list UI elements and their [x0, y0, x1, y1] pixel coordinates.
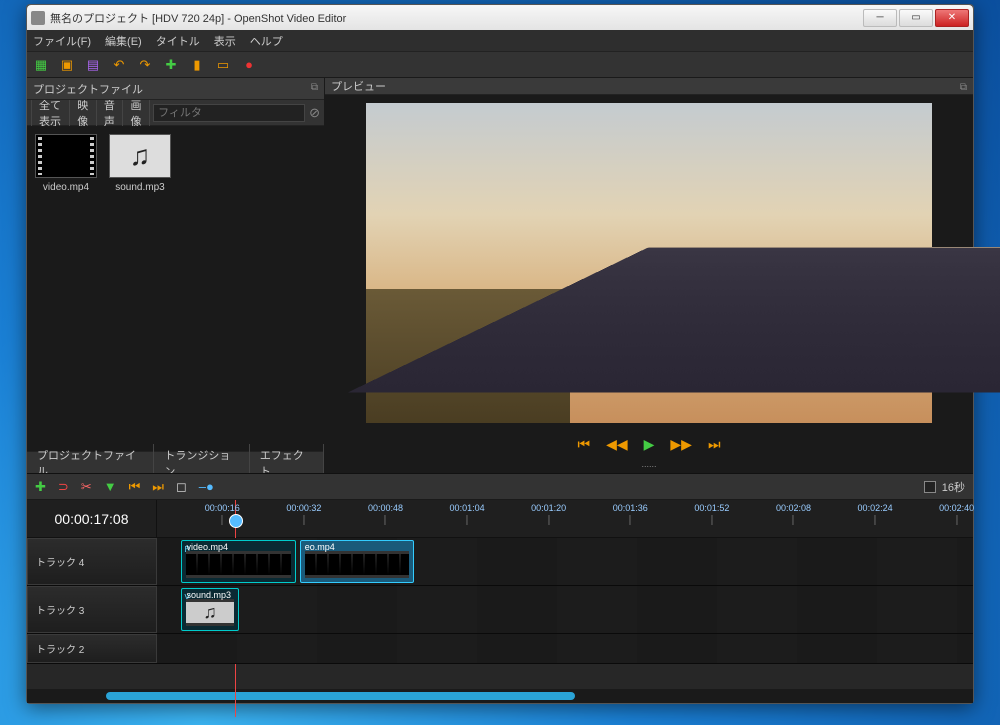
- menu-title[interactable]: タイトル: [156, 33, 200, 49]
- next-marker-icon[interactable]: ⏭: [152, 479, 164, 495]
- open-project-icon[interactable]: ▣: [59, 57, 75, 73]
- fullscreen-icon[interactable]: ▭: [215, 57, 231, 73]
- right-panel: プレビュー ⧉ ⏮ ◀◀ ▶ ▶▶ ⏭ ......: [325, 78, 973, 473]
- detach-icon[interactable]: ⧉: [311, 82, 318, 93]
- file-item[interactable]: ♫ sound.mp3: [109, 134, 171, 193]
- track-body[interactable]: [157, 634, 973, 663]
- maximize-button[interactable]: ▭: [899, 9, 933, 27]
- ruler-tick: 00:01:52: [694, 503, 729, 525]
- add-track-icon[interactable]: ✚: [35, 479, 46, 495]
- app-icon: [31, 11, 45, 25]
- preview-footer: ......: [641, 459, 656, 473]
- music-thumbnail-icon: ♫: [109, 134, 171, 178]
- main-area: プロジェクトファイル ⧉ 全て表示 映像 音声 画像 ⊘ video.mp4 ♫ s…: [27, 78, 973, 473]
- track-header[interactable]: トラック 4: [27, 538, 157, 585]
- timeline-clip[interactable]: eo.mp4: [300, 540, 414, 583]
- project-files-label: プロジェクトファイル: [33, 81, 143, 97]
- razor-icon[interactable]: ✂: [81, 479, 92, 495]
- export-icon[interactable]: ●: [241, 57, 257, 73]
- undo-icon[interactable]: ↶: [111, 57, 127, 73]
- ruler-tick: 00:00:32: [286, 503, 321, 525]
- close-button[interactable]: ✕: [935, 9, 969, 27]
- clip-filmstrip: [186, 551, 290, 578]
- timeline-clip[interactable]: Bvideo.mp4: [181, 540, 295, 583]
- timeline-scrollbar[interactable]: [27, 689, 973, 703]
- ruler-tick: 00:02:40: [939, 503, 974, 525]
- menu-help[interactable]: ヘルプ: [250, 33, 283, 49]
- timeline-tracks: トラック 4Bvideo.mp4eo.mp4トラック 3Vsound.mp3トラ…: [27, 538, 973, 689]
- file-filter-tabs: 全て表示 映像 音声 画像 ⊘: [27, 100, 324, 126]
- play-icon[interactable]: ▶: [644, 436, 655, 453]
- preview-header: プレビュー ⧉: [325, 78, 973, 95]
- filter-input[interactable]: [153, 104, 305, 122]
- ruler-tick: 00:00:16: [205, 503, 240, 525]
- track-row: トラック 2: [27, 634, 973, 664]
- track-row: トラック 4 Bvideo.mp4 eo.mp4: [27, 538, 973, 586]
- window-title: 無名のプロジェクト [HDV 720 24p] - OpenShot Video…: [50, 10, 346, 26]
- import-files-icon[interactable]: ✚: [163, 57, 179, 73]
- redo-icon[interactable]: ↷: [137, 57, 153, 73]
- save-project-icon[interactable]: ▤: [85, 57, 101, 73]
- clear-filter-icon[interactable]: ⊘: [309, 105, 320, 121]
- prev-marker-icon[interactable]: ⏮: [129, 479, 141, 495]
- track-body[interactable]: Bvideo.mp4 eo.mp4: [157, 538, 973, 585]
- timeline-panel: ✚ ⊃ ✂ ▼ ⏮ ⏭ ◻ –● 16秒 00:00:17:08 00:00:1…: [27, 473, 973, 703]
- timeline-ruler[interactable]: 00:00:17:08 00:00:1600:00:3200:00:4800:0…: [27, 500, 973, 538]
- project-files-header: プロジェクトファイル ⧉: [27, 78, 324, 100]
- zoom-slider-icon[interactable]: –●: [199, 479, 214, 494]
- zoom-label: 16秒: [942, 479, 965, 495]
- clip-label: video.mp4: [186, 542, 228, 552]
- clip-filmstrip: [305, 551, 409, 578]
- preview-label: プレビュー: [331, 78, 386, 94]
- ruler-tick: 00:01:36: [613, 503, 648, 525]
- clip-label: sound.mp3: [186, 590, 231, 600]
- ruler-tick: 00:02:08: [776, 503, 811, 525]
- menu-view[interactable]: 表示: [214, 33, 236, 49]
- menubar: ファイル(F) 編集(E) タイトル 表示 ヘルプ: [27, 30, 973, 52]
- project-bottom-tabs: プロジェクトファイル トランジション エフェクト: [27, 451, 324, 473]
- timeline-scrollbar-thumb[interactable]: [106, 692, 575, 700]
- titlebar[interactable]: 無名のプロジェクト [HDV 720 24p] - OpenShot Video…: [27, 5, 973, 30]
- jump-start-icon[interactable]: ⏮: [577, 436, 590, 453]
- track-header[interactable]: トラック 3: [27, 586, 157, 633]
- left-panel: プロジェクトファイル ⧉ 全て表示 映像 音声 画像 ⊘ video.mp4 ♫ s…: [27, 78, 325, 473]
- profile-icon[interactable]: ▮: [189, 57, 205, 73]
- rewind-icon[interactable]: ◀◀: [606, 436, 628, 453]
- app-window: 無名のプロジェクト [HDV 720 24p] - OpenShot Video…: [26, 4, 974, 704]
- clip-label: eo.mp4: [305, 542, 335, 552]
- clip-filmstrip: [186, 599, 233, 626]
- current-time: 00:00:17:08: [27, 500, 157, 537]
- timeline-clip[interactable]: Vsound.mp3: [181, 588, 238, 631]
- jump-end-icon[interactable]: ⏭: [708, 436, 721, 453]
- detach-preview-icon[interactable]: ⧉: [960, 82, 967, 93]
- timeline-ticks[interactable]: 00:00:16 00:00:32 00:00:48 00:01:04 00:01:20…: [157, 500, 973, 537]
- forward-icon[interactable]: ▶▶: [670, 436, 692, 453]
- ruler-tick: 00:01:04: [450, 503, 485, 525]
- new-project-icon[interactable]: ▦: [33, 57, 49, 73]
- file-list[interactable]: video.mp4 ♫ sound.mp3: [27, 126, 324, 451]
- zoom-box: 16秒: [924, 479, 965, 495]
- timeline-toolbar: ✚ ⊃ ✂ ▼ ⏮ ⏭ ◻ –● 16秒: [27, 474, 973, 500]
- track-row: トラック 3 Vsound.mp3: [27, 586, 973, 634]
- main-toolbar: ▦ ▣ ▤ ↶ ↷ ✚ ▮ ▭ ●: [27, 52, 973, 78]
- preview-area: ⏮ ◀◀ ▶ ▶▶ ⏭ ......: [325, 95, 973, 477]
- menu-file[interactable]: ファイル(F): [33, 33, 91, 49]
- minimize-button[interactable]: ─: [863, 9, 897, 27]
- playback-controls: ⏮ ◀◀ ▶ ▶▶ ⏭: [577, 429, 720, 459]
- marker-icon[interactable]: ▼: [104, 479, 117, 494]
- file-label: video.mp4: [43, 182, 89, 193]
- ruler-tick: 00:02:24: [858, 503, 893, 525]
- center-playhead-icon[interactable]: ◻: [176, 479, 187, 495]
- track-header[interactable]: トラック 2: [27, 634, 157, 663]
- track-body[interactable]: Vsound.mp3: [157, 586, 973, 633]
- ruler-tick: 00:01:20: [531, 503, 566, 525]
- preview-frame[interactable]: [366, 103, 932, 423]
- ruler-tick: 00:00:48: [368, 503, 403, 525]
- snap-icon[interactable]: ⊃: [58, 479, 69, 495]
- file-item[interactable]: video.mp4: [35, 134, 97, 193]
- file-label: sound.mp3: [115, 182, 164, 193]
- zoom-checkbox[interactable]: [924, 481, 936, 493]
- video-thumbnail-icon: [35, 134, 97, 178]
- menu-edit[interactable]: 編集(E): [105, 33, 142, 49]
